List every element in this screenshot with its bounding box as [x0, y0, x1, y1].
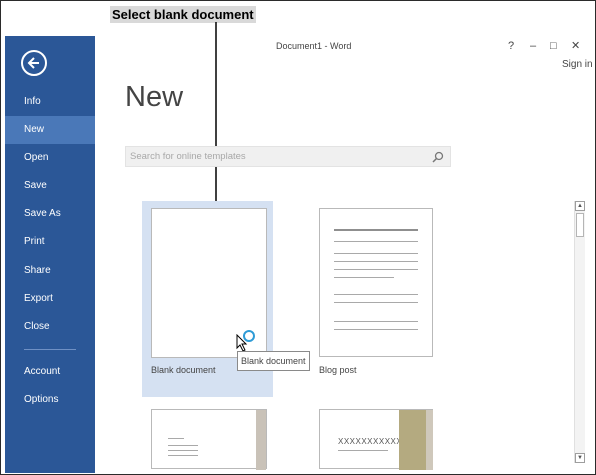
blog-text-line	[334, 277, 394, 278]
back-button[interactable]	[21, 50, 47, 76]
sidebar-item-open[interactable]: Open	[5, 144, 95, 172]
mouse-cursor-icon	[236, 334, 248, 352]
search-icon[interactable]	[432, 151, 444, 163]
sidebar-item-new[interactable]: New	[5, 116, 95, 144]
search-input[interactable]	[130, 149, 420, 164]
blog-text-line	[334, 253, 418, 254]
template-accent-bar	[256, 410, 266, 470]
blog-text-line	[334, 294, 418, 295]
blog-post-label[interactable]: Blog post	[319, 365, 357, 375]
blog-text-line	[334, 329, 418, 330]
blog-text-line	[334, 269, 418, 270]
blog-text-line	[334, 302, 418, 303]
template-search-box	[125, 146, 451, 167]
vertical-scrollbar[interactable]: ▲ ▼	[574, 201, 585, 463]
scroll-up-button[interactable]: ▲	[575, 201, 585, 211]
template-text-line	[168, 438, 184, 439]
template-text-line	[338, 450, 388, 451]
sidebar-item-share[interactable]: Share	[5, 257, 95, 285]
template-text-line	[168, 450, 198, 451]
template-accent-bar	[426, 410, 433, 470]
annotation-callout: Select blank document	[110, 6, 256, 23]
template-blog-post[interactable]	[319, 208, 433, 357]
minimize-button[interactable]: –	[530, 40, 536, 52]
scroll-down-button[interactable]: ▼	[575, 453, 585, 463]
blog-text-line	[334, 321, 418, 322]
template-text-line	[168, 455, 198, 456]
sidebar-item-close[interactable]: Close	[5, 313, 95, 341]
sidebar-item-info[interactable]: Info	[5, 88, 95, 116]
template-partial-2[interactable]: XXXXXXXXXXX	[319, 409, 433, 470]
sidebar-item-print[interactable]: Print	[5, 228, 95, 256]
template-partial-1[interactable]	[151, 409, 267, 470]
close-window-button[interactable]: ✕	[571, 40, 580, 52]
sidebar-item-account[interactable]: Account	[5, 358, 95, 386]
sidebar-item-options[interactable]: Options	[5, 386, 95, 414]
window-title: Document1 - Word	[276, 41, 352, 51]
sidebar-divider	[24, 349, 76, 350]
template-heading-text: XXXXXXXXXXX	[338, 437, 403, 446]
page-title: New	[125, 81, 184, 113]
blog-text-line	[334, 261, 418, 262]
maximize-button[interactable]: □	[550, 40, 557, 52]
template-accent-bar	[399, 410, 426, 470]
sidebar-item-save[interactable]: Save	[5, 172, 95, 200]
sidebar-item-save-as[interactable]: Save As	[5, 200, 95, 228]
template-text-line	[168, 445, 198, 446]
scroll-thumb[interactable]	[576, 213, 584, 237]
blog-title-line	[334, 229, 418, 231]
sign-in-link[interactable]: Sign in	[562, 59, 593, 70]
sidebar-item-export[interactable]: Export	[5, 285, 95, 313]
backstage-sidebar: Info New Open Save Save As Print Share E…	[5, 36, 95, 473]
back-arrow-icon	[27, 57, 39, 69]
blank-document-label[interactable]: Blank document	[151, 365, 216, 375]
tooltip: Blank document	[237, 351, 310, 371]
help-button[interactable]: ?	[508, 40, 514, 52]
blog-text-line	[334, 241, 418, 242]
